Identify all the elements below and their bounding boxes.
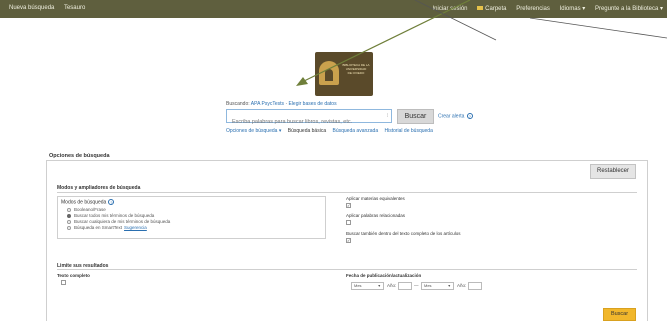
pointer-line bbox=[529, 17, 667, 39]
pointer-line bbox=[414, 0, 497, 41]
annotation-arrows bbox=[296, 0, 667, 86]
arrowhead-icon bbox=[296, 77, 308, 86]
arrow-line bbox=[299, 0, 471, 84]
